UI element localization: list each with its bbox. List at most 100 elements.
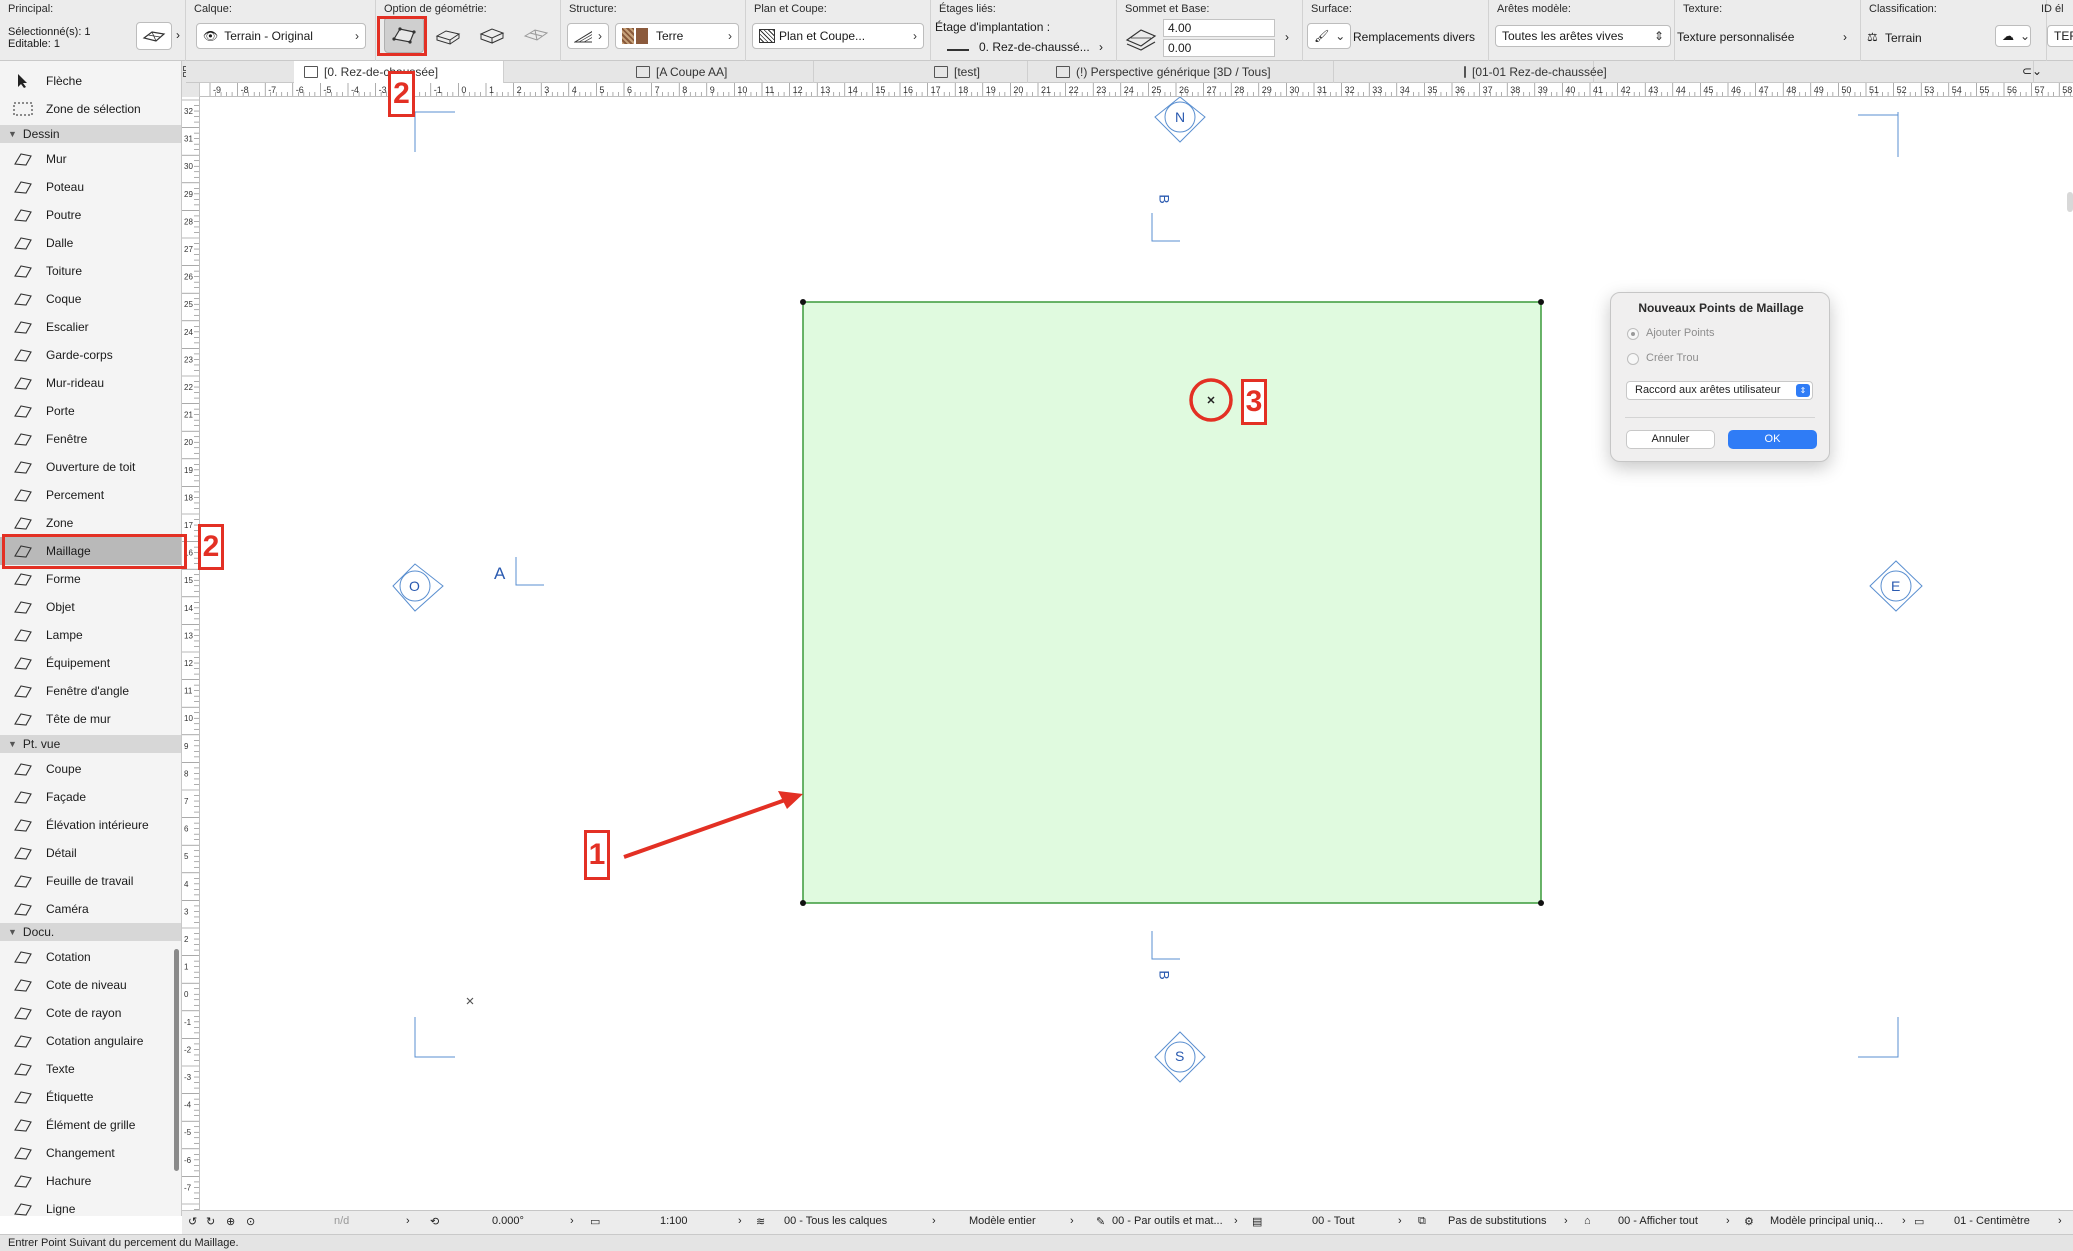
home-story-value[interactable]: 0. Rez-de-chaussé... bbox=[979, 40, 1090, 54]
chevron-right-icon[interactable]: › bbox=[1099, 40, 1103, 54]
structure-type-popup[interactable]: › bbox=[567, 23, 609, 49]
tool-toiture[interactable]: Toiture bbox=[0, 257, 181, 285]
geometry-rotated-button[interactable] bbox=[472, 17, 512, 53]
tool-lampe[interactable]: Lampe bbox=[0, 621, 181, 649]
mesh-node[interactable] bbox=[800, 299, 806, 305]
tool-coupe[interactable]: Coupe bbox=[0, 755, 181, 783]
undo-icon[interactable]: ↺ bbox=[188, 1215, 197, 1228]
layers-value[interactable]: 00 - Tous les calques bbox=[784, 1215, 887, 1227]
group-ptvue[interactable]: ▼ Pt. vue bbox=[0, 735, 181, 753]
tool-feuille-de-travail[interactable]: Feuille de travail bbox=[0, 867, 181, 895]
classification-value[interactable]: Terrain bbox=[1885, 31, 1922, 45]
tool-forme[interactable]: Forme bbox=[0, 565, 181, 593]
tab-section[interactable]: [A Coupe AA] bbox=[504, 61, 814, 83]
tool-etiquette[interactable]: Étiquette bbox=[0, 1083, 181, 1111]
tool-cote-de-niveau[interactable]: Cote de niveau bbox=[0, 971, 181, 999]
tool-poteau[interactable]: Poteau bbox=[0, 173, 181, 201]
chevron-right-icon[interactable]: › bbox=[1398, 1215, 1402, 1227]
redo-icon[interactable]: ↻ bbox=[206, 1215, 215, 1228]
chevron-right-icon[interactable]: › bbox=[406, 1215, 410, 1227]
tool-objet[interactable]: Objet bbox=[0, 593, 181, 621]
plan-section-popup[interactable]: Plan et Coupe... › bbox=[752, 23, 924, 49]
chevron-right-icon[interactable]: › bbox=[1726, 1215, 1730, 1227]
tool-garde-corps[interactable]: Garde-corps bbox=[0, 341, 181, 369]
tool-fenetre-d-angle[interactable]: Fenêtre d'angle bbox=[0, 677, 181, 705]
floor-plan-canvas[interactable]: N S E O A B B 1 3 4 2 bbox=[198, 97, 2073, 1210]
surface-value[interactable]: Remplacements divers bbox=[1353, 30, 1475, 44]
tool-tete-de-mur[interactable]: Tête de mur bbox=[0, 705, 181, 733]
tool-zone[interactable]: Zone bbox=[0, 509, 181, 537]
group-dessin[interactable]: ▼ Dessin bbox=[0, 125, 181, 143]
tool-element-de-grille[interactable]: Élément de grille bbox=[0, 1111, 181, 1139]
model-value[interactable]: Modèle entier bbox=[969, 1215, 1036, 1227]
geometry-rect-button[interactable] bbox=[428, 17, 468, 53]
tool-equipement[interactable]: Équipement bbox=[0, 649, 181, 677]
surface-mode-popup[interactable]: 🖌 ⌄ bbox=[1307, 23, 1351, 49]
tab-layout[interactable]: [01-01 Rez-de-chaussée] bbox=[1334, 61, 1607, 83]
tool-escalier[interactable]: Escalier bbox=[0, 313, 181, 341]
canvas-vscroll[interactable] bbox=[2067, 192, 2073, 212]
chevron-right-icon[interactable]: › bbox=[932, 1215, 936, 1227]
fit-option-select[interactable]: Raccord aux arêtes utilisateur ⇕ bbox=[1626, 381, 1813, 400]
tool-elevation-interieure[interactable]: Élévation intérieure bbox=[0, 811, 181, 839]
tool-porte[interactable]: Porte bbox=[0, 397, 181, 425]
tool-cotation-angulaire[interactable]: Cotation angulaire bbox=[0, 1027, 181, 1055]
tool-changement[interactable]: Changement bbox=[0, 1139, 181, 1167]
overrides-value[interactable]: Pas de substitutions bbox=[1448, 1215, 1546, 1227]
settings-chevron-icon[interactable]: › bbox=[176, 28, 180, 42]
tool-mur-rideau[interactable]: Mur-rideau bbox=[0, 369, 181, 397]
zoom-fit-icon[interactable]: ⊙ bbox=[246, 1215, 255, 1228]
mesh-node[interactable] bbox=[1538, 299, 1544, 305]
cancel-button[interactable]: Annuler bbox=[1626, 430, 1715, 449]
tool-dalle[interactable]: Dalle bbox=[0, 229, 181, 257]
tool-poutre[interactable]: Poutre bbox=[0, 201, 181, 229]
tab-3d[interactable]: (!) Perspective générique [3D / Tous] bbox=[1028, 61, 1334, 83]
tool-texte[interactable]: Texte bbox=[0, 1055, 181, 1083]
element-settings-button[interactable] bbox=[136, 22, 172, 50]
chevron-right-icon[interactable]: › bbox=[1070, 1215, 1074, 1227]
pens-value[interactable]: 00 - Par outils et mat... bbox=[1112, 1215, 1223, 1227]
tool-mur[interactable]: Mur bbox=[0, 145, 181, 173]
show-value[interactable]: 00 - Afficher tout bbox=[1618, 1215, 1698, 1227]
tool-detail[interactable]: Détail bbox=[0, 839, 181, 867]
tool-percement[interactable]: Percement bbox=[0, 481, 181, 509]
create-hole-radio[interactable] bbox=[1627, 353, 1639, 365]
tool-marquee[interactable]: Zone de sélection bbox=[0, 95, 181, 123]
edges-select[interactable]: Toutes les arêtes vives ⇕ bbox=[1495, 25, 1671, 47]
base-elevation-input[interactable]: 0.00 bbox=[1163, 39, 1275, 57]
tool-coque[interactable]: Coque bbox=[0, 285, 181, 313]
tool-cotation[interactable]: Cotation bbox=[0, 943, 181, 971]
visibility-popup[interactable]: ☁ ⌄ bbox=[1995, 25, 2031, 47]
id-input[interactable]: TERR bbox=[2047, 25, 2073, 47]
nd-value[interactable]: n/d bbox=[334, 1215, 349, 1227]
chevron-right-icon[interactable]: › bbox=[1843, 30, 1847, 44]
chevron-right-icon[interactable]: › bbox=[570, 1215, 574, 1227]
chevron-right-icon[interactable]: › bbox=[1902, 1215, 1906, 1227]
zoom-in-icon[interactable]: ⊕ bbox=[226, 1215, 235, 1228]
tool-arrow[interactable]: Flèche bbox=[0, 67, 181, 95]
add-points-radio[interactable] bbox=[1627, 328, 1639, 340]
units-value[interactable]: 01 - Centimètre bbox=[1954, 1215, 2030, 1227]
chevron-right-icon[interactable]: › bbox=[2058, 1215, 2062, 1227]
ok-button[interactable]: OK bbox=[1728, 430, 1817, 449]
scale-value[interactable]: 1:100 bbox=[660, 1215, 688, 1227]
renov-value[interactable]: Modèle principal uniq... bbox=[1770, 1215, 1883, 1227]
chevron-right-icon[interactable]: › bbox=[1234, 1215, 1238, 1227]
chevron-right-icon[interactable]: › bbox=[1564, 1215, 1568, 1227]
tool-hachure[interactable]: Hachure bbox=[0, 1167, 181, 1195]
material-popup[interactable]: Terre › bbox=[615, 23, 739, 49]
toolbox-scrollbar[interactable] bbox=[174, 949, 179, 1171]
chevron-right-icon[interactable]: › bbox=[738, 1215, 742, 1227]
tool-facade[interactable]: Façade bbox=[0, 783, 181, 811]
tool-fenetre[interactable]: Fenêtre bbox=[0, 425, 181, 453]
tool-ligne[interactable]: Ligne bbox=[0, 1195, 181, 1216]
tab-worksheet[interactable]: [test] bbox=[814, 61, 1028, 83]
geometry-grid-button[interactable] bbox=[516, 17, 556, 53]
mesh-element[interactable] bbox=[802, 301, 1542, 904]
mesh-node[interactable] bbox=[800, 900, 806, 906]
mesh-node[interactable] bbox=[1538, 900, 1544, 906]
texture-value[interactable]: Texture personnalisée bbox=[1677, 30, 1794, 44]
tab-overflow-icon[interactable]: ⊂⌄ bbox=[2022, 64, 2042, 78]
tool-camera[interactable]: Caméra bbox=[0, 895, 181, 923]
angle-value[interactable]: 0.000° bbox=[492, 1215, 524, 1227]
